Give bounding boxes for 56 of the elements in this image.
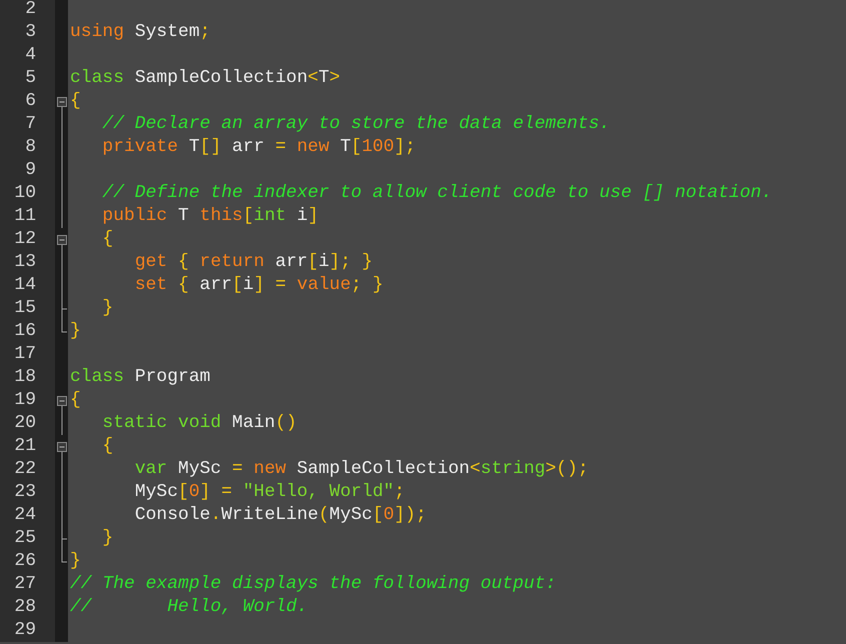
code-line: Console.WriteLine(MySc[0]); — [134, 504, 427, 527]
code-comment: // Hello, World. — [70, 596, 308, 619]
line-number: 25 — [14, 527, 36, 550]
line-number: 12 — [14, 228, 36, 251]
line-number: 5 — [25, 67, 36, 90]
code-line: { — [102, 435, 114, 458]
line-number: 29 — [14, 619, 36, 642]
code-line: using System; — [70, 21, 210, 44]
line-number: 20 — [14, 412, 36, 435]
code-line: } — [102, 297, 114, 320]
line-number: 27 — [14, 573, 36, 596]
line-number: 18 — [14, 366, 36, 389]
code-line: public T this[int i] — [102, 205, 319, 228]
collapse-icon[interactable] — [57, 442, 67, 458]
line-number: 17 — [14, 343, 36, 366]
code-line: { — [70, 389, 81, 412]
code-line: class SampleCollection<T> — [70, 67, 340, 90]
code-comment: // The example displays the following output: — [70, 573, 556, 596]
code-line: class Program — [70, 366, 210, 389]
line-number: 9 — [25, 159, 36, 182]
line-number: 7 — [25, 113, 36, 136]
code-line: private T[] arr = new T[100]; — [102, 136, 416, 159]
line-number: 4 — [25, 44, 36, 67]
code-line: } — [70, 320, 81, 343]
line-number: 26 — [14, 550, 36, 573]
line-number: 21 — [14, 435, 36, 458]
line-number: 3 — [25, 21, 36, 44]
line-number: 23 — [14, 481, 36, 504]
line-number: 24 — [14, 504, 36, 527]
code-line: { — [102, 228, 114, 251]
line-number: 11 — [14, 205, 36, 228]
code-line: { — [70, 90, 81, 113]
line-number: 28 — [14, 596, 36, 619]
code-line: var MySc = new SampleCollection<string>(); — [134, 458, 589, 481]
line-number: 8 — [25, 136, 36, 159]
code-line: get { return arr[i]; } — [134, 251, 373, 274]
line-number: 16 — [14, 320, 36, 343]
code-comment: // Declare an array to store the data elements. — [102, 113, 610, 136]
code-comment: // Define the indexer to allow client code to use [] notation. — [102, 182, 772, 205]
fold-guide-line — [61, 412, 63, 435]
collapse-icon[interactable] — [57, 396, 67, 412]
line-number: 19 — [14, 389, 36, 412]
code-line: set { arr[i] = value; } — [134, 274, 384, 297]
code-line: static void Main() — [102, 412, 297, 435]
collapse-icon[interactable] — [57, 235, 67, 251]
line-number: 15 — [14, 297, 36, 320]
line-number: 14 — [14, 274, 36, 297]
line-number: 10 — [14, 182, 36, 205]
code-line: } — [102, 527, 114, 550]
line-number: 13 — [14, 251, 36, 274]
line-number: 6 — [25, 90, 36, 113]
line-number: 2 — [25, 0, 36, 21]
collapse-icon[interactable] — [57, 97, 67, 113]
code-line: } — [70, 550, 81, 573]
code-line: MySc[0] = "Hello, World"; — [134, 481, 405, 504]
line-number: 22 — [14, 458, 36, 481]
